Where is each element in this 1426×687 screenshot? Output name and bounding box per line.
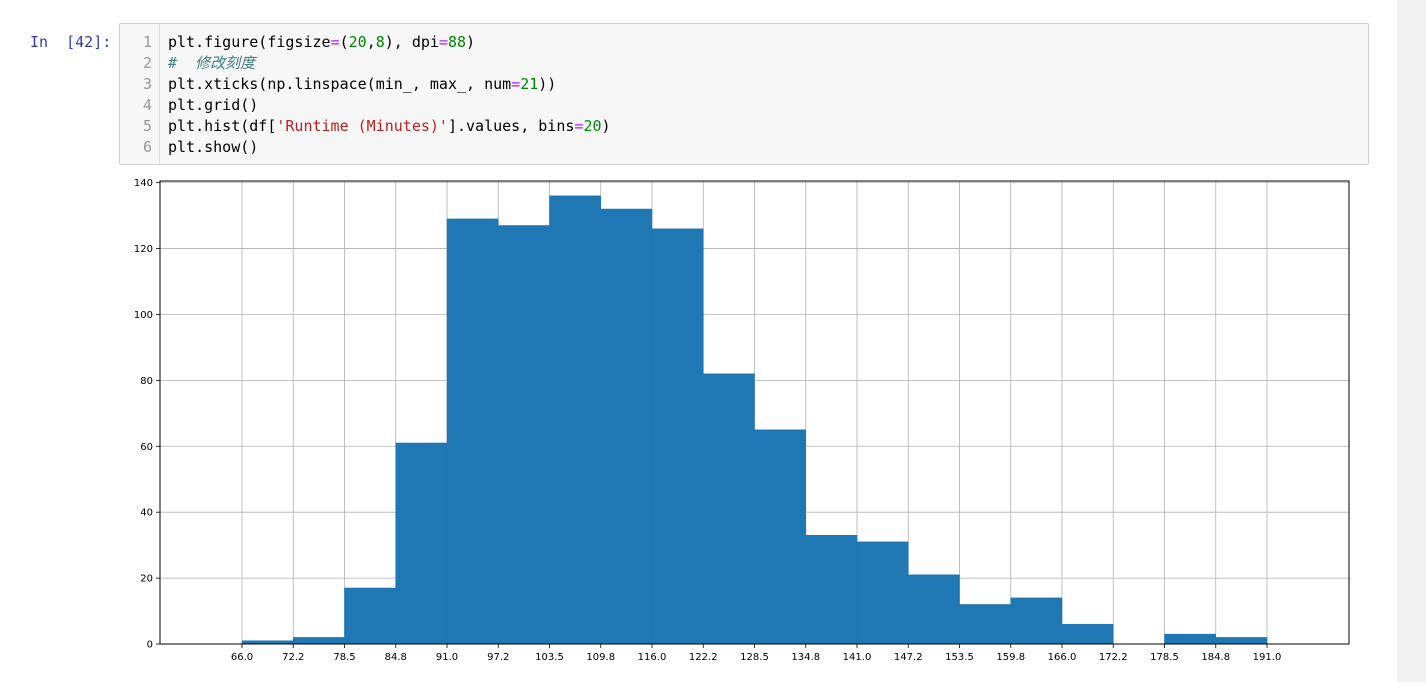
code-line: 6 plt.show() (120, 137, 1368, 158)
line-number: 6 (142, 138, 152, 156)
code-token: plt.figure(figsize (168, 33, 331, 51)
code-token: # 修改刻度 (168, 54, 256, 72)
code-token: , (366, 33, 376, 51)
x-tick-label: 91.0 (436, 652, 458, 663)
y-tick-label: 80 (140, 376, 153, 387)
code-token: ( (339, 33, 349, 51)
y-tick-label: 120 (134, 244, 153, 255)
code-token: )) (538, 75, 557, 93)
code-token: = (438, 33, 448, 51)
x-tick-label: 172.2 (1099, 652, 1128, 663)
line-number: 4 (142, 96, 152, 114)
code-text: plt.xticks(np.linspace(min_, max_, num=2… (168, 74, 556, 95)
histogram-bar (344, 587, 396, 645)
x-tick-label: 153.5 (945, 652, 974, 663)
y-tick-label: 20 (140, 574, 153, 585)
code-token: plt.grid() (168, 96, 259, 114)
x-tick-label: 97.2 (487, 652, 509, 663)
line-number: 2 (142, 54, 152, 72)
code-line: 3 plt.xticks(np.linspace(min_, max_, num=… (120, 74, 1368, 95)
histogram-bar (549, 195, 601, 645)
x-tick-label: 128.5 (740, 652, 769, 663)
code-token: ), dpi (384, 33, 439, 51)
y-tick-label: 40 (140, 508, 153, 519)
code-text: plt.figure(figsize=(20,8), dpi=88) (168, 32, 475, 53)
code-token: = (330, 33, 340, 51)
histogram-bar (908, 574, 960, 645)
histogram-bar (1010, 597, 1063, 645)
input-prompt: In [42]: (30, 33, 112, 51)
x-tick-label: 66.0 (231, 652, 253, 663)
code-token: ) (466, 33, 476, 51)
x-tick-label: 166.0 (1048, 652, 1077, 663)
code-line: 4 plt.grid() (120, 95, 1368, 116)
code-text: plt.grid() (168, 95, 258, 116)
histogram-bar (959, 604, 1011, 645)
code-token: 20 (583, 117, 602, 135)
x-tick-label: 147.2 (894, 652, 923, 663)
histogram-bar (856, 541, 909, 645)
code-text: plt.show() (168, 137, 258, 158)
code-line: 5 plt.hist(df['Runtime (Minutes)'].values… (120, 116, 1368, 137)
histogram-bar (498, 225, 550, 645)
x-tick-label: 84.8 (385, 652, 407, 663)
code-cell[interactable]: 1 plt.figure(figsize=(20,8), dpi=88) 2 # 修改… (119, 23, 1369, 165)
x-tick-label: 178.5 (1150, 652, 1179, 663)
x-tick-label: 78.5 (333, 652, 355, 663)
x-tick-label: 116.0 (638, 652, 667, 663)
x-tick-label: 159.8 (996, 652, 1025, 663)
x-tick-label: 122.2 (689, 652, 718, 663)
histogram-bar (754, 429, 806, 645)
x-tick-label: 191.0 (1253, 652, 1282, 663)
code-token: 20 (348, 33, 367, 51)
code-token: = (511, 75, 521, 93)
line-number: 1 (142, 33, 152, 51)
code-line: 1 plt.figure(figsize=(20,8), dpi=88) (120, 32, 1368, 53)
code-token: 21 (520, 75, 539, 93)
histogram-bar (1164, 633, 1216, 645)
histogram-bar (395, 442, 448, 645)
histogram-bar (651, 228, 704, 645)
code-line: 2 # 修改刻度 (120, 53, 1368, 74)
y-tick-label: 140 (134, 178, 153, 189)
x-tick-label: 184.8 (1201, 652, 1230, 663)
histogram-bar (446, 218, 499, 645)
x-tick-label: 103.5 (535, 652, 564, 663)
y-tick-label: 100 (134, 310, 153, 321)
histogram-chart: 66.0 72.2 78.5 84.8 91.0 97.2 103.5 109.8 116.0 1… (134, 178, 1350, 663)
code-token: ].values, bins (447, 117, 575, 135)
y-tick-label: 0 (147, 640, 153, 651)
code-token: plt.hist(df[ (168, 117, 277, 135)
code-token: 8 (375, 33, 385, 51)
x-tick-label: 141.0 (843, 652, 872, 663)
histogram-bar (1215, 637, 1268, 645)
code-text: # 修改刻度 (168, 53, 255, 74)
code-token: plt.xticks(np.linspace(min_, max_, num (168, 75, 512, 93)
line-number: 5 (142, 117, 152, 135)
histogram-bar (1061, 623, 1114, 645)
histogram-bar (600, 208, 653, 645)
code-token: ) (601, 117, 611, 135)
code-token: 88 (447, 33, 467, 51)
output-area: 66.0 72.2 78.5 84.8 91.0 97.2 103.5 109.8 116.0 1… (119, 172, 1369, 682)
x-tick-label: 134.8 (791, 652, 820, 663)
code-token: plt.show() (168, 138, 259, 156)
histogram-bar (293, 637, 345, 645)
histogram-bar (805, 535, 858, 645)
x-tick-label: 109.8 (586, 652, 615, 663)
histogram-bar (703, 373, 755, 645)
x-tick-label: 72.2 (282, 652, 304, 663)
code-text: plt.hist(df['Runtime (Minutes)'].values,… (168, 116, 611, 137)
scrollbar-track[interactable] (1397, 0, 1426, 682)
code-token: 'Runtime (Minutes)' (276, 117, 448, 135)
y-tick-label: 60 (140, 442, 153, 453)
line-number: 3 (142, 75, 152, 93)
